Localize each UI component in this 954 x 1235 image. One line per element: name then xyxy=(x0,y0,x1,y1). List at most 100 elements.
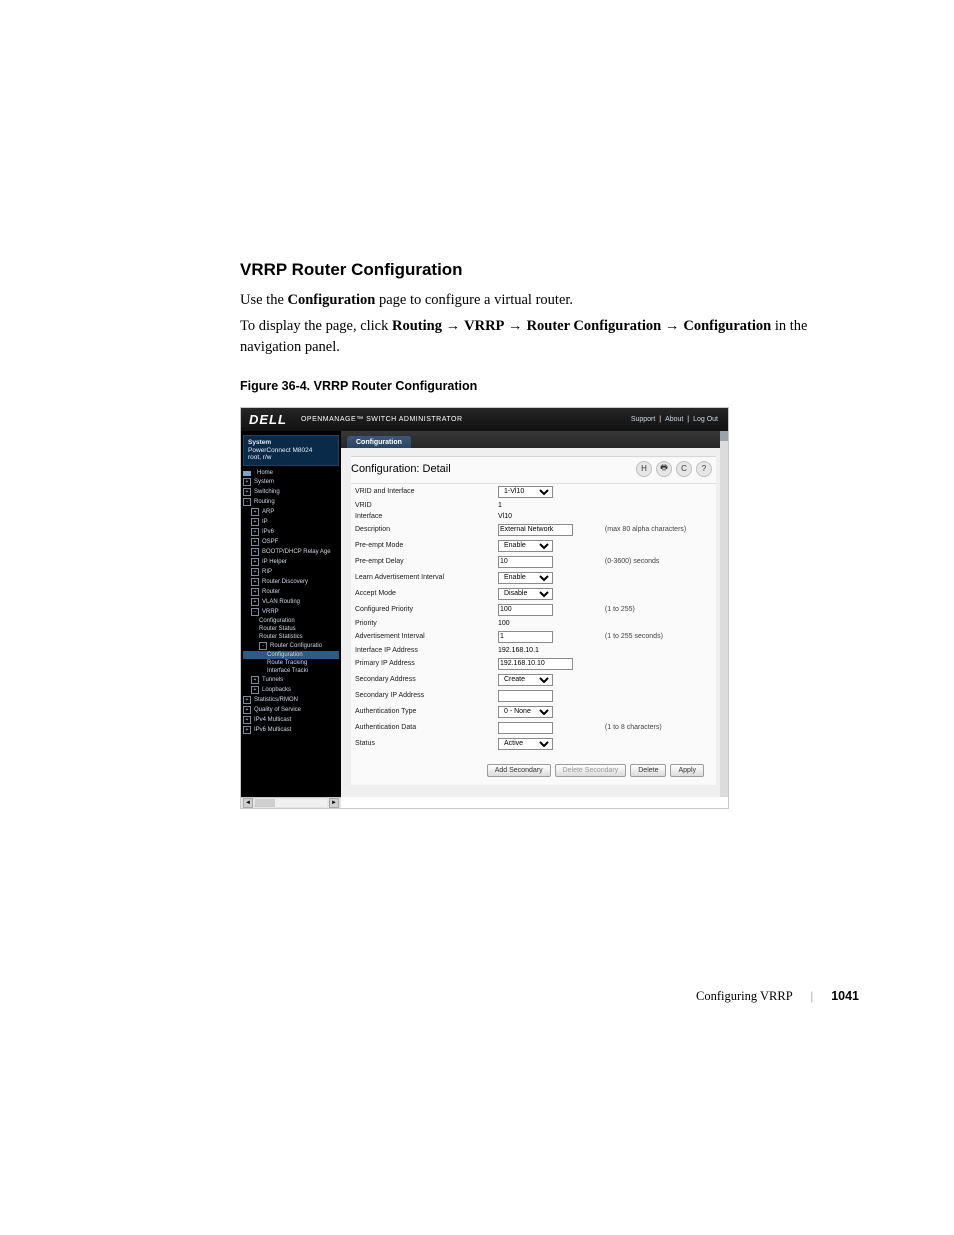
scroll-right-icon[interactable]: ► xyxy=(329,798,339,808)
nav-item[interactable]: +IP Helper xyxy=(243,557,339,567)
nav-item[interactable]: +Switching xyxy=(243,487,339,497)
nav-item[interactable]: +BOOTP/DHCP Relay Age xyxy=(243,547,339,557)
vertical-scrollbar[interactable] xyxy=(720,431,728,797)
expand-icon[interactable]: - xyxy=(259,642,267,650)
nav-item[interactable]: +Statistics/RMON xyxy=(243,695,339,705)
field-control-cell xyxy=(494,720,601,736)
field-control-cell: Enable xyxy=(494,538,601,554)
field-input[interactable] xyxy=(498,658,573,670)
nav-item[interactable]: +ARP xyxy=(243,507,339,517)
link-support[interactable]: Support xyxy=(631,416,656,423)
expand-icon[interactable]: + xyxy=(251,528,259,536)
nav-item[interactable]: +Tunnels xyxy=(243,675,339,685)
field-hint xyxy=(601,586,716,602)
field-control-cell xyxy=(494,602,601,618)
text-bold: Configuration xyxy=(288,292,376,308)
field-select[interactable]: Disable xyxy=(498,588,553,600)
print-icon[interactable]: 🖶 xyxy=(656,461,672,477)
nav-item[interactable]: Home xyxy=(243,469,339,477)
field-control-cell xyxy=(494,629,601,645)
nav-item[interactable]: -Router Configuratio xyxy=(243,641,339,651)
expand-icon[interactable]: + xyxy=(251,686,259,694)
expand-icon[interactable]: + xyxy=(243,696,251,704)
expand-icon[interactable]: + xyxy=(251,558,259,566)
save-icon[interactable]: H xyxy=(636,461,652,477)
field-select[interactable]: Enable xyxy=(498,572,553,584)
field-select[interactable]: Create xyxy=(498,674,553,686)
field-select[interactable]: Enable xyxy=(498,540,553,552)
field-row: Learn Advertisement IntervalEnable xyxy=(351,570,716,586)
expand-icon[interactable]: + xyxy=(251,508,259,516)
tab-configuration[interactable]: Configuration xyxy=(347,436,411,448)
nav-item[interactable]: -VRRP xyxy=(243,607,339,617)
expand-icon[interactable]: + xyxy=(243,726,251,734)
nav-label: Router Configuratio xyxy=(270,643,322,649)
nav-item[interactable]: +Loopbacks xyxy=(243,685,339,695)
system-box: System PowerConnect M8024 root, r/w xyxy=(243,435,339,466)
expand-icon[interactable]: - xyxy=(243,498,251,506)
expand-icon[interactable]: + xyxy=(251,588,259,596)
field-input[interactable] xyxy=(498,556,553,568)
scroll-left-icon[interactable]: ◄ xyxy=(243,798,253,808)
nav-item[interactable]: Configuration xyxy=(243,651,339,659)
field-hint xyxy=(601,736,716,752)
nav-item[interactable]: Router Statistics xyxy=(243,633,339,641)
field-input[interactable] xyxy=(498,690,553,702)
nav-item[interactable]: +System xyxy=(243,477,339,487)
arrow-icon: → xyxy=(508,318,527,334)
field-select[interactable]: 0 - None xyxy=(498,706,553,718)
nav-item[interactable]: Router Status xyxy=(243,625,339,633)
nav-item[interactable]: -Routing xyxy=(243,497,339,507)
field-input[interactable] xyxy=(498,722,553,734)
field-label: Authentication Type xyxy=(351,704,494,720)
field-input[interactable] xyxy=(498,524,573,536)
nav-item[interactable]: +IPv4 Multicast xyxy=(243,715,339,725)
nav-item[interactable]: Route Tracking xyxy=(243,659,339,667)
expand-icon[interactable]: + xyxy=(251,578,259,586)
expand-icon[interactable]: + xyxy=(251,538,259,546)
nav-item[interactable]: +Router Discovery xyxy=(243,577,339,587)
footer-chapter: Configuring VRRP xyxy=(696,989,793,1004)
delete-button[interactable]: Delete xyxy=(630,764,666,777)
section-title: VRRP Router Configuration xyxy=(240,260,859,280)
expand-icon[interactable]: + xyxy=(243,488,251,496)
nav-label: VLAN Routing xyxy=(262,599,300,605)
nav-item[interactable]: Configuration xyxy=(243,617,339,625)
nav-item[interactable]: +IPv6 xyxy=(243,527,339,537)
apply-button[interactable]: Apply xyxy=(670,764,704,777)
expand-icon[interactable]: + xyxy=(251,676,259,684)
refresh-icon[interactable]: C xyxy=(676,461,692,477)
nav-item[interactable]: +RIP xyxy=(243,567,339,577)
field-input[interactable] xyxy=(498,631,553,643)
expand-icon[interactable]: + xyxy=(243,716,251,724)
field-label: Status xyxy=(351,736,494,752)
expand-icon[interactable]: + xyxy=(243,478,251,486)
nav-item[interactable]: +IP xyxy=(243,517,339,527)
expand-icon[interactable]: + xyxy=(251,518,259,526)
expand-icon[interactable]: - xyxy=(251,608,259,616)
expand-icon[interactable]: + xyxy=(251,568,259,576)
field-hint xyxy=(601,500,716,511)
link-logout[interactable]: Log Out xyxy=(693,416,718,423)
field-hint: (1 to 8 characters) xyxy=(601,720,716,736)
nav-item[interactable]: Interface Tracki xyxy=(243,667,339,675)
nav-item[interactable]: +VLAN Routing xyxy=(243,597,339,607)
system-title: System xyxy=(248,439,334,447)
field-input[interactable] xyxy=(498,604,553,616)
sidebar-horizontal-scrollbar[interactable]: ◄ ► xyxy=(241,797,341,808)
field-select[interactable]: 1-Vl10 xyxy=(498,486,553,498)
expand-icon[interactable]: + xyxy=(243,706,251,714)
expand-icon[interactable]: + xyxy=(251,548,259,556)
nav-item[interactable]: +Router xyxy=(243,587,339,597)
nav-item[interactable]: +OSPF xyxy=(243,537,339,547)
field-row: Pre-empt ModeEnable xyxy=(351,538,716,554)
add-secondary-button[interactable]: Add Secondary xyxy=(487,764,551,777)
nav-item[interactable]: +Quality of Service xyxy=(243,705,339,715)
nav-label: Loopbacks xyxy=(262,687,291,693)
link-about[interactable]: About xyxy=(665,416,683,423)
field-select[interactable]: Active xyxy=(498,738,553,750)
delete-secondary-button[interactable]: Delete Secondary xyxy=(555,764,627,777)
nav-item[interactable]: +IPv6 Multicast xyxy=(243,725,339,735)
help-icon[interactable]: ? xyxy=(696,461,712,477)
expand-icon[interactable]: + xyxy=(251,598,259,606)
